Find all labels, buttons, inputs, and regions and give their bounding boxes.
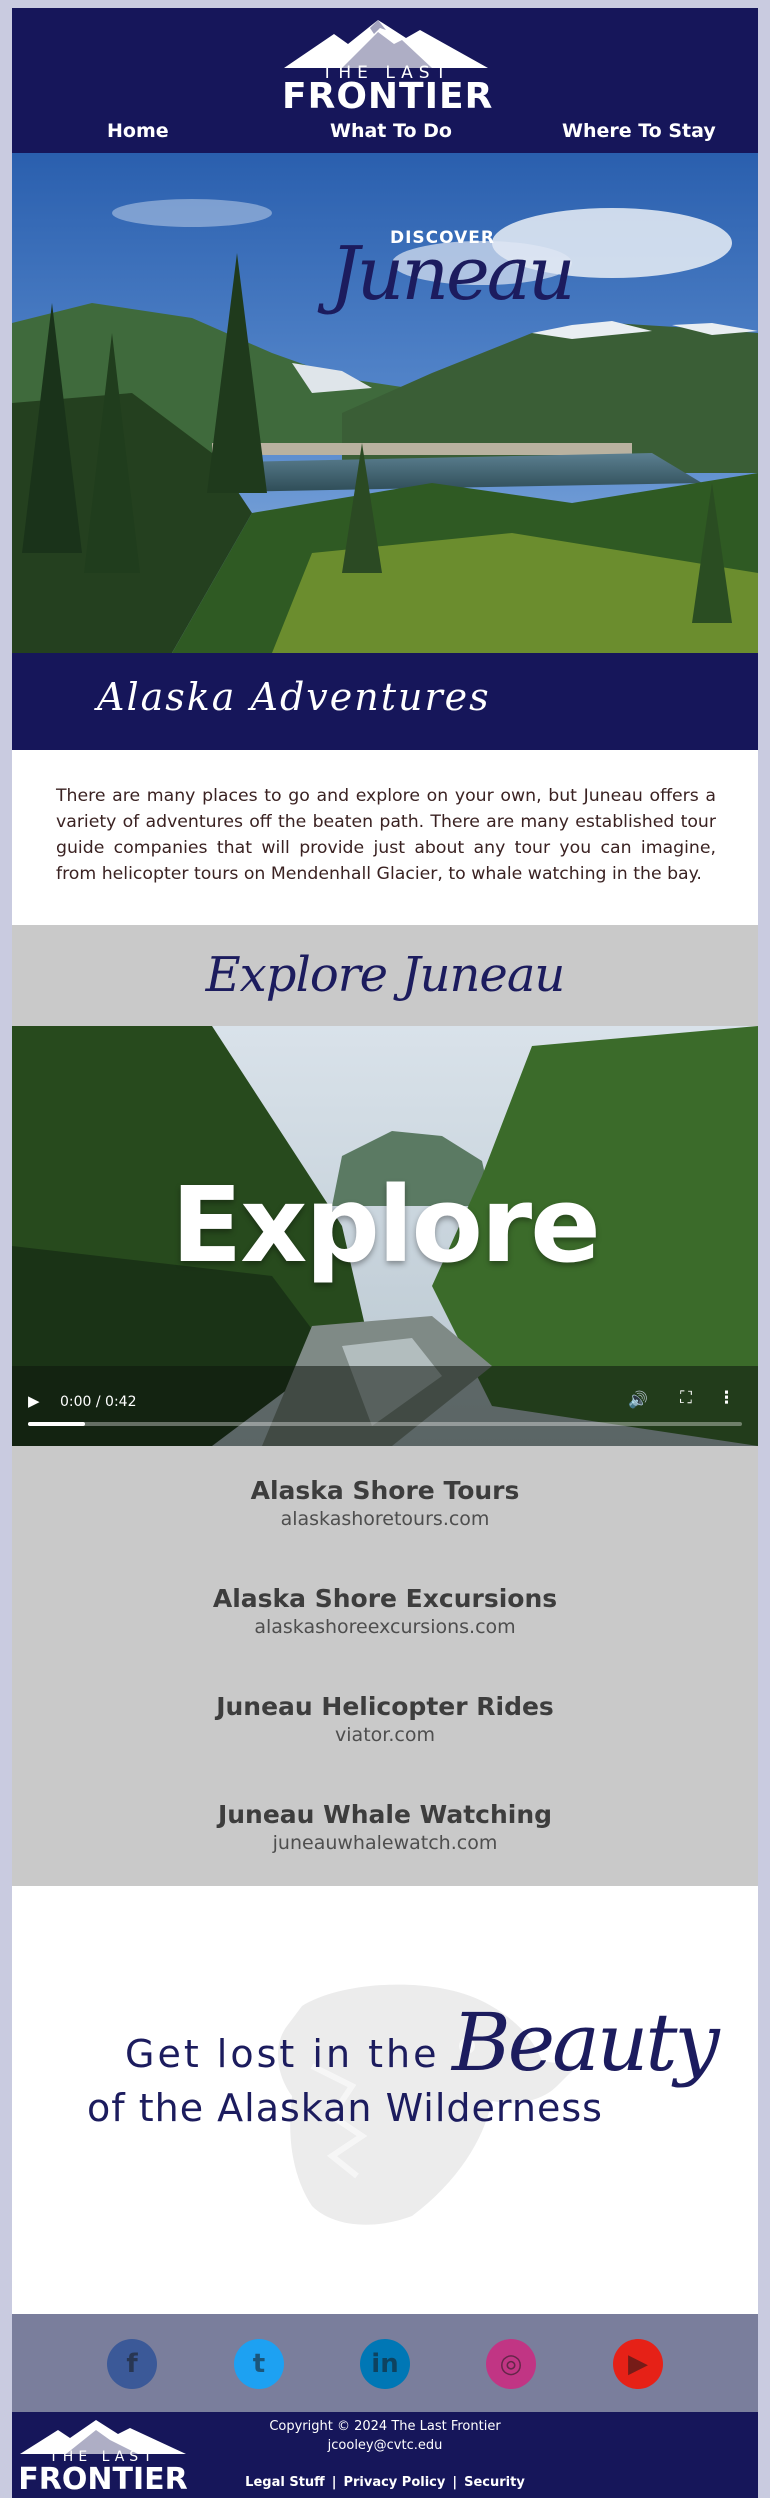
- tour-link[interactable]: alaskashoreexcursions.com: [12, 1616, 758, 1638]
- tour-item: Juneau Whale Watching juneauwhalewatch.c…: [12, 1800, 758, 1854]
- linkedin-glyph: in: [371, 2349, 399, 2379]
- video-progress-bar[interactable]: [28, 1422, 742, 1426]
- link-separator: |: [331, 2475, 337, 2490]
- tour-name: Alaska Shore Excursions: [212, 1584, 558, 1613]
- beauty-line-1: Get lost in the: [125, 2032, 440, 2076]
- facebook-icon[interactable]: f: [107, 2339, 157, 2389]
- tour-item: Alaska Shore Excursions alaskashoreexcur…: [12, 1584, 758, 1638]
- instagram-icon[interactable]: ◎: [486, 2339, 536, 2389]
- juneau-landscape-image: [12, 153, 758, 653]
- instagram-glyph: ◎: [499, 2349, 523, 2379]
- tour-link[interactable]: juneauwhalewatch.com: [12, 1832, 758, 1854]
- tour-link[interactable]: viator.com: [12, 1724, 758, 1746]
- privacy-link[interactable]: Privacy Policy: [343, 2475, 445, 2490]
- tour-name: Juneau Whale Watching: [217, 1800, 553, 1829]
- video-progress-fill: [28, 1422, 86, 1426]
- explore-heading-band: Explore Juneau: [12, 925, 758, 1034]
- nav-where-to-stay[interactable]: Where To Stay: [562, 120, 716, 142]
- contact-email[interactable]: jcooley@cvtc.edu: [12, 2438, 758, 2453]
- hero-title: Juneau: [330, 231, 576, 317]
- tour-name: Alaska Shore Tours: [250, 1476, 520, 1505]
- link-separator: |: [452, 2475, 458, 2490]
- youtube-glyph: ▶: [628, 2349, 648, 2379]
- site-footer: THE LAST FRONTIER Copyright © 2024 The L…: [12, 2412, 758, 2498]
- adventures-intro: There are many places to go and explore …: [56, 786, 716, 884]
- tour-item: Alaska Shore Tours alaskashoretours.com: [12, 1476, 758, 1530]
- beauty-line-2: of the Alaskan Wilderness: [87, 2086, 603, 2130]
- adventures-heading-band: Alaska Adventures: [12, 653, 758, 750]
- youtube-icon[interactable]: ▶: [613, 2339, 663, 2389]
- tour-name: Juneau Helicopter Rides: [216, 1692, 554, 1721]
- site-header: THE LAST FRONTIER Home What To Do Where …: [12, 8, 758, 153]
- copyright-text: Copyright © 2024 The Last Frontier: [269, 2419, 501, 2434]
- page: THE LAST FRONTIER Home What To Do Where …: [12, 8, 758, 2498]
- nav-home[interactable]: Home: [107, 120, 169, 142]
- site-logo[interactable]: THE LAST FRONTIER: [282, 16, 492, 117]
- logo-title: FRONTIER: [282, 76, 494, 117]
- volume-icon[interactable]: 🔊: [628, 1390, 648, 1409]
- footer-links: Legal Stuff | Privacy Policy | Security: [12, 2475, 758, 2490]
- explore-video-player[interactable]: Explore ▶ 0:00 / 0:42 🔊 ⛶ ⋮: [12, 1026, 758, 1446]
- tour-item: Juneau Helicopter Rides viator.com: [12, 1692, 758, 1746]
- nav-what-to-do[interactable]: What To Do: [330, 120, 452, 142]
- linkedin-icon[interactable]: in: [360, 2339, 410, 2389]
- twitter-glyph: t: [252, 2349, 266, 2379]
- play-icon[interactable]: ▶: [28, 1392, 40, 1410]
- more-options-icon[interactable]: ⋮: [718, 1388, 735, 1408]
- beauty-accent: Beauty: [452, 1996, 720, 2089]
- fullscreen-icon[interactable]: ⛶: [680, 1388, 692, 1408]
- adventures-title: Alaska Adventures: [97, 675, 491, 719]
- hero-banner: DISCOVER Juneau: [12, 153, 758, 653]
- security-link[interactable]: Security: [464, 2475, 525, 2490]
- social-links: f t in ◎ ▶: [12, 2314, 758, 2412]
- legal-link[interactable]: Legal Stuff: [245, 2475, 325, 2490]
- video-overlay-title: Explore: [171, 1164, 601, 1286]
- explore-title: Explore Juneau: [205, 947, 566, 1003]
- video-time: 0:00 / 0:42: [60, 1394, 137, 1410]
- tour-companies-list: Alaska Shore Tours alaskashoretours.com …: [12, 1446, 758, 1886]
- twitter-icon[interactable]: t: [234, 2339, 284, 2389]
- main-nav: Home What To Do Where To Stay: [12, 120, 758, 150]
- tour-link[interactable]: alaskashoretours.com: [12, 1508, 758, 1530]
- facebook-glyph: f: [126, 2349, 138, 2379]
- beauty-banner: Get lost in the Beauty of the Alaskan Wi…: [12, 1886, 758, 2314]
